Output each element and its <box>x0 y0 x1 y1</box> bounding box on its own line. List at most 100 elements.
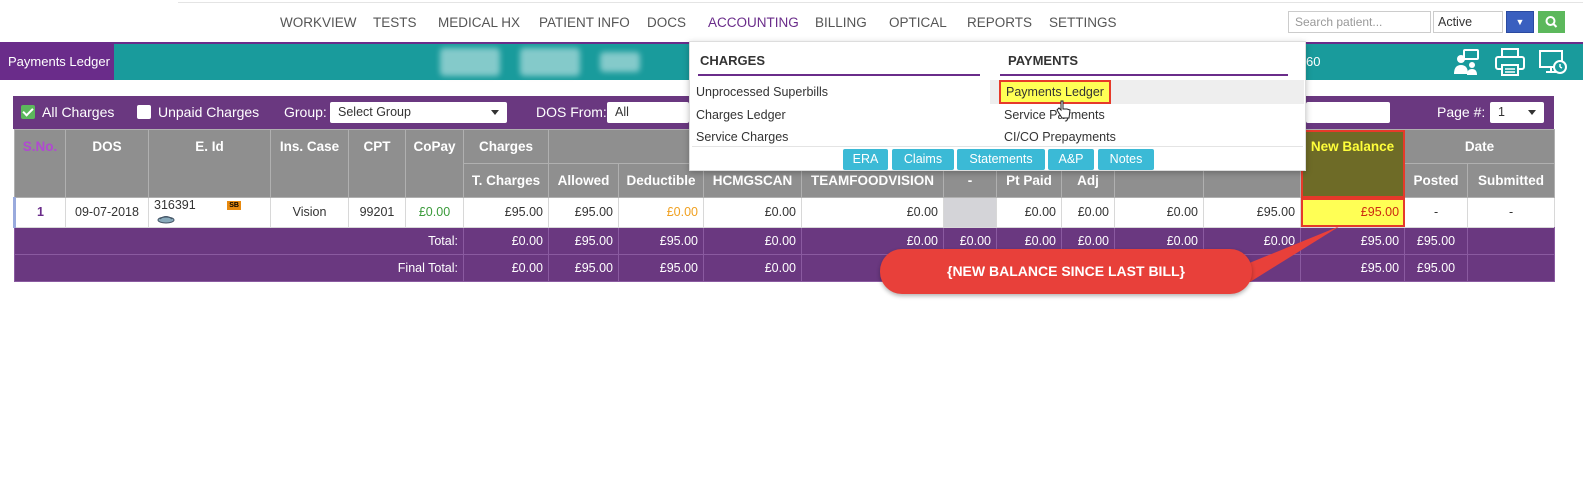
nav-reports[interactable]: REPORTS <box>967 15 1032 30</box>
cell-cpt: 99201 <box>348 197 406 228</box>
menu-item-payments-ledger[interactable]: Payments Ledger <box>999 80 1111 104</box>
cell-teamfoodvision: £0.00 <box>801 197 944 228</box>
caret-down-icon <box>1528 110 1536 115</box>
all-charges-label[interactable]: All Charges <box>42 104 114 120</box>
total-new-balance: £95.00 <box>1404 226 1469 255</box>
menu-item-service-charges[interactable]: Service Charges <box>696 130 788 144</box>
all-charges-checkbox[interactable] <box>21 105 35 119</box>
superbill-badge[interactable]: SB <box>227 201 241 211</box>
nav-patient-info[interactable]: PATIENT INFO <box>539 15 630 30</box>
menu-item-cico-prepayments[interactable]: CI/CO Prepayments <box>1004 130 1116 144</box>
col-new-balance: New Balance <box>1300 129 1406 198</box>
blurred-info <box>600 52 640 72</box>
payments-heading: PAYMENTS <box>1008 53 1079 68</box>
col-charges: Charges <box>463 129 549 164</box>
total-copay: £0.00 <box>463 226 549 255</box>
search-icon <box>1545 16 1558 28</box>
cell-sno: 1 <box>13 197 66 228</box>
nav-workview[interactable]: WORKVIEW <box>280 15 357 30</box>
accounting-dropdown-menu: CHARGES PAYMENTS Unprocessed Superbills … <box>689 41 1306 171</box>
col-copay: CoPay <box>405 129 464 198</box>
ap-button[interactable]: A&P <box>1048 149 1094 170</box>
top-nav: WORKVIEW TESTS MEDICAL HX PATIENT INFO D… <box>0 0 1583 44</box>
col-t-charges: T. Charges <box>463 163 549 198</box>
era-button[interactable]: ERA <box>843 149 888 170</box>
cell-t-charges: £95.00 <box>463 197 549 228</box>
cell-pt-paid: £0.00 <box>996 197 1062 228</box>
cell-allowed: £95.00 <box>548 197 619 228</box>
search-input[interactable]: Search patient... <box>1288 11 1431 33</box>
cell-eid: 316391 SB <box>148 197 271 228</box>
filter-input[interactable] <box>1306 102 1390 123</box>
col-dos: DOS <box>65 129 149 198</box>
menu-item-service-payments[interactable]: Service Payments <box>1004 108 1105 122</box>
dos-from-label: DOS From: <box>536 104 607 120</box>
charges-divider <box>698 74 980 76</box>
group-select[interactable]: Select Group <box>330 102 507 123</box>
col-sno: S.No. <box>14 129 66 198</box>
cell-hcmgscan: £0.00 <box>703 197 802 228</box>
unpaid-charges-checkbox[interactable] <box>137 105 151 119</box>
users-chat-icon[interactable] <box>1452 47 1482 77</box>
group-label: Group: <box>284 104 327 120</box>
nav-settings[interactable]: SETTINGS <box>1049 15 1117 30</box>
col-date: Date <box>1404 129 1556 164</box>
nav-optical[interactable]: OPTICAL <box>889 15 947 30</box>
col-eid: E. Id <box>148 129 271 198</box>
nav-accounting[interactable]: ACCOUNTING <box>698 15 809 44</box>
search-button[interactable] <box>1538 11 1565 33</box>
menu-item-unprocessed-superbills[interactable]: Unprocessed Superbills <box>696 85 828 99</box>
final-total-label: Final Total: <box>14 253 464 282</box>
blurred-info <box>440 48 500 76</box>
col-submitted: Submitted <box>1467 163 1556 198</box>
total-posted <box>1467 226 1556 255</box>
nav-billing[interactable]: BILLING <box>815 15 867 30</box>
printer-icon[interactable] <box>1494 47 1525 77</box>
status-select[interactable]: Active <box>1433 11 1503 33</box>
menu-item-charges-ledger[interactable]: Charges Ledger <box>696 108 786 122</box>
patient-number-partial: 60 <box>1306 54 1321 69</box>
glasses-icon[interactable] <box>157 213 175 227</box>
total-deductible: £0.00 <box>703 226 802 255</box>
eid-value: 316391 <box>154 198 196 212</box>
payments-divider <box>1000 74 1288 76</box>
col-cpt: CPT <box>348 129 406 198</box>
cell-posted: - <box>1404 197 1469 228</box>
monitor-clock-icon[interactable] <box>1538 47 1568 77</box>
page-title: Payments Ledger <box>0 44 114 80</box>
page-number-value: 1 <box>1498 105 1505 119</box>
top-rule <box>178 2 1583 3</box>
col-allowed: Allowed <box>548 163 619 198</box>
total-label: Total: <box>14 226 464 255</box>
final-total-new-balance: £95.00 <box>1404 253 1469 282</box>
caret-down-icon <box>491 110 499 115</box>
cell-deductible: £0.00 <box>618 197 704 228</box>
nav-medical-hx[interactable]: MEDICAL HX <box>438 15 520 30</box>
unpaid-charges-label[interactable]: Unpaid Charges <box>158 104 259 120</box>
status-dropdown-button[interactable]: ▼ <box>1506 11 1534 33</box>
dos-from-select[interactable]: All <box>607 102 689 123</box>
cell-submitted: - <box>1467 197 1556 228</box>
cell-ins-case: Vision <box>270 197 349 228</box>
cell-copay: £0.00 <box>405 197 464 228</box>
col-posted: Posted <box>1404 163 1469 198</box>
dos-from-value: All <box>615 105 629 119</box>
cell-adj: £0.00 <box>1061 197 1115 228</box>
page-number-select[interactable]: 1 <box>1490 102 1544 123</box>
cell-dos: 09-07-2018 <box>65 197 149 228</box>
nav-tests[interactable]: TESTS <box>373 15 417 30</box>
menu-footer-divider <box>692 146 1303 147</box>
nav-docs[interactable]: DOCS <box>647 15 686 30</box>
hand-cursor-icon <box>1056 100 1072 123</box>
cell-dash <box>943 197 997 228</box>
notes-button[interactable]: Notes <box>1098 149 1154 170</box>
final-total-t-charges: £95.00 <box>548 253 619 282</box>
blurred-info <box>520 48 580 76</box>
final-total-deductible: £0.00 <box>703 253 802 282</box>
final-total-copay: £0.00 <box>463 253 549 282</box>
charges-heading: CHARGES <box>700 53 766 68</box>
annotation-callout: {NEW BALANCE SINCE LAST BILL} <box>880 249 1252 294</box>
claims-button[interactable]: Claims <box>892 149 954 170</box>
page-number-label: Page #: <box>1437 104 1486 120</box>
statements-button[interactable]: Statements <box>957 149 1045 170</box>
